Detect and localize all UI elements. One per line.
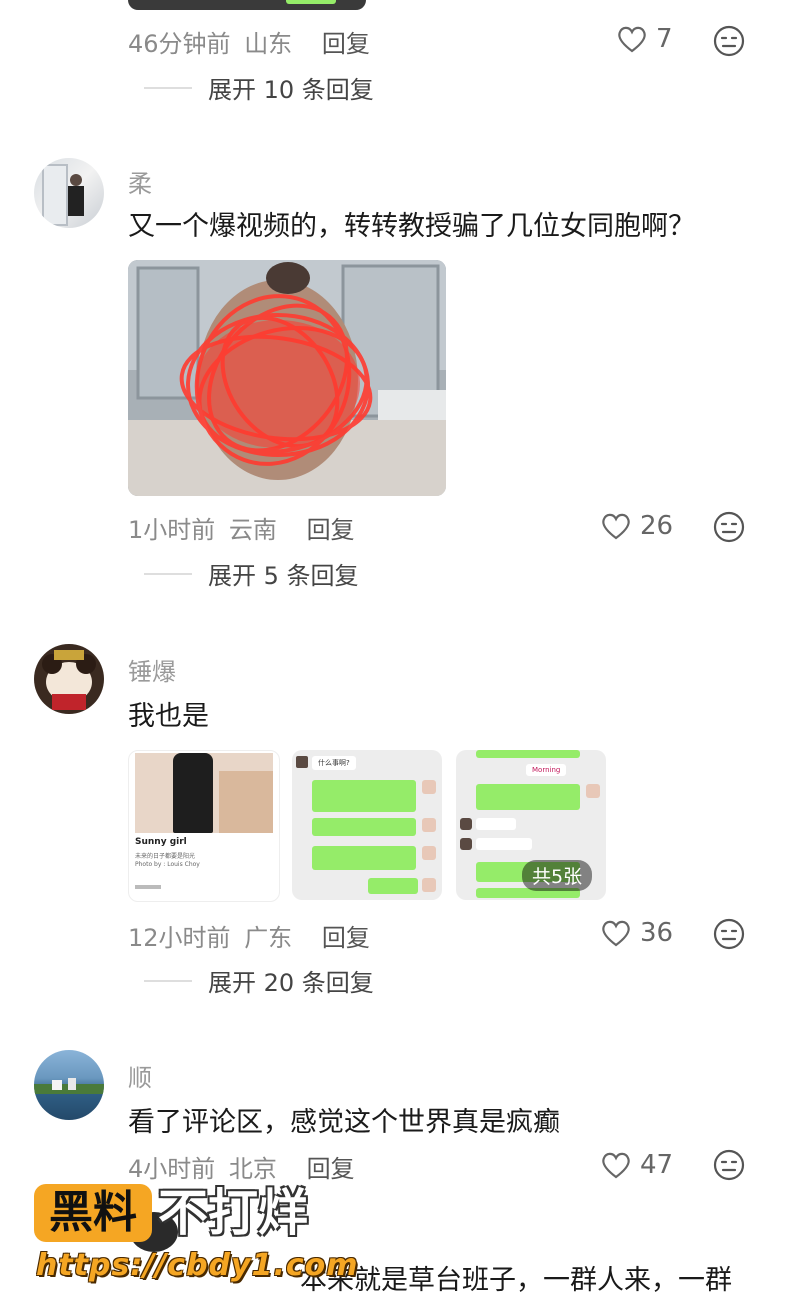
reply-button[interactable]: 回复 bbox=[307, 516, 355, 544]
avatar[interactable] bbox=[34, 158, 104, 228]
watermark-brand-text: 不打烊 bbox=[158, 1184, 308, 1242]
chat-header-bubble: Morning bbox=[526, 764, 567, 776]
expand-replies-label: 展开 20 条回复 bbox=[208, 969, 374, 997]
username[interactable]: 柔 bbox=[128, 164, 152, 199]
heart-icon bbox=[602, 920, 630, 947]
username[interactable]: 顺 bbox=[128, 1058, 152, 1093]
divider-line bbox=[144, 572, 192, 575]
reply-button[interactable]: 回复 bbox=[322, 924, 370, 952]
comment-text: 又一个爆视频的，转转教授骗了几位女同胞啊？ bbox=[128, 211, 695, 242]
comment-meta: 12小时前 广东 回复 bbox=[128, 918, 370, 953]
watermark: 黑料 不打烊 https://cbdy1.com bbox=[34, 1180, 358, 1300]
dislike-emoji-button[interactable] bbox=[712, 917, 746, 955]
watermark-brand-box: 黑料 bbox=[34, 1184, 152, 1242]
avatar[interactable] bbox=[34, 644, 104, 714]
dislike-emoji-button[interactable] bbox=[712, 510, 746, 548]
comment-text: 我也是 bbox=[128, 701, 209, 732]
username[interactable]: 锤爆 bbox=[128, 652, 176, 687]
censored-photo bbox=[128, 260, 446, 496]
comment-image[interactable]: Morning 共5张 bbox=[456, 750, 606, 900]
watermark-url: https://cbdy1.com bbox=[36, 1248, 359, 1283]
comment-image-partial[interactable] bbox=[128, 0, 366, 10]
reply-button[interactable]: 回复 bbox=[307, 1155, 355, 1183]
dislike-emoji-button[interactable] bbox=[712, 24, 746, 62]
comment-location: 北京 bbox=[228, 1155, 277, 1183]
reply-button[interactable]: 回复 bbox=[322, 30, 370, 58]
like-button[interactable]: 7 bbox=[616, 24, 673, 54]
like-button[interactable]: 26 bbox=[600, 511, 673, 541]
image-caption: Sunny girl bbox=[135, 837, 187, 847]
meh-face-icon bbox=[713, 511, 745, 543]
comment-location: 云南 bbox=[228, 516, 277, 544]
photo-figure bbox=[173, 753, 213, 833]
image-count-badge: 共5张 bbox=[522, 860, 593, 891]
comment-text: 本来就是草台班子，一群人来，一群 bbox=[300, 1265, 732, 1296]
like-button[interactable]: 47 bbox=[600, 1150, 673, 1180]
comment-time: 12小时前 bbox=[128, 924, 231, 952]
comment-meta: 1小时前 云南 回复 bbox=[128, 510, 355, 545]
expand-replies-button[interactable]: 展开 20 条回复 bbox=[144, 963, 374, 998]
meh-face-icon bbox=[713, 25, 745, 57]
dislike-emoji-button[interactable] bbox=[712, 1148, 746, 1186]
comment-image[interactable]: 什么事啊? bbox=[292, 750, 442, 900]
divider-line bbox=[144, 979, 192, 982]
expand-replies-label: 展开 5 条回复 bbox=[208, 562, 359, 590]
comment-time: 46分钟前 bbox=[128, 30, 231, 58]
divider-line bbox=[144, 86, 192, 89]
expand-replies-button[interactable]: 展开 10 条回复 bbox=[144, 70, 374, 105]
expand-replies-label: 展开 10 条回复 bbox=[208, 76, 374, 104]
like-count: 7 bbox=[656, 24, 673, 54]
avatar[interactable] bbox=[34, 1050, 104, 1120]
comment-meta: 4小时前 北京 回复 bbox=[128, 1149, 355, 1184]
comment-time: 1小时前 bbox=[128, 516, 216, 544]
heart-icon bbox=[618, 26, 646, 53]
image-subcaption: 未来的日子都要是阳光 bbox=[135, 853, 196, 860]
image-credit: Photo by : Louis Choy bbox=[135, 861, 200, 868]
like-count: 26 bbox=[640, 511, 674, 541]
like-count: 47 bbox=[640, 1150, 674, 1180]
comment-text: 看了评论区，感觉这个世界真是疯癫 bbox=[128, 1107, 560, 1138]
meh-face-icon bbox=[713, 918, 745, 950]
heart-icon bbox=[602, 513, 630, 540]
chat-header-bubble: 什么事啊? bbox=[312, 756, 356, 770]
comment-image[interactable] bbox=[128, 260, 446, 496]
comment-time: 4小时前 bbox=[128, 1155, 216, 1183]
like-count: 36 bbox=[640, 918, 674, 948]
comment-location: 山东 bbox=[244, 30, 293, 58]
heart-icon bbox=[602, 1152, 630, 1179]
meh-face-icon bbox=[713, 1149, 745, 1181]
comment-image[interactable]: Sunny girl 未来的日子都要是阳光 Photo by : Louis C… bbox=[128, 750, 280, 902]
comment-location: 广东 bbox=[244, 924, 293, 952]
like-button[interactable]: 36 bbox=[600, 918, 673, 948]
comment-meta: 46分钟前 山东 回复 bbox=[128, 24, 370, 59]
expand-replies-button[interactable]: 展开 5 条回复 bbox=[144, 556, 359, 591]
